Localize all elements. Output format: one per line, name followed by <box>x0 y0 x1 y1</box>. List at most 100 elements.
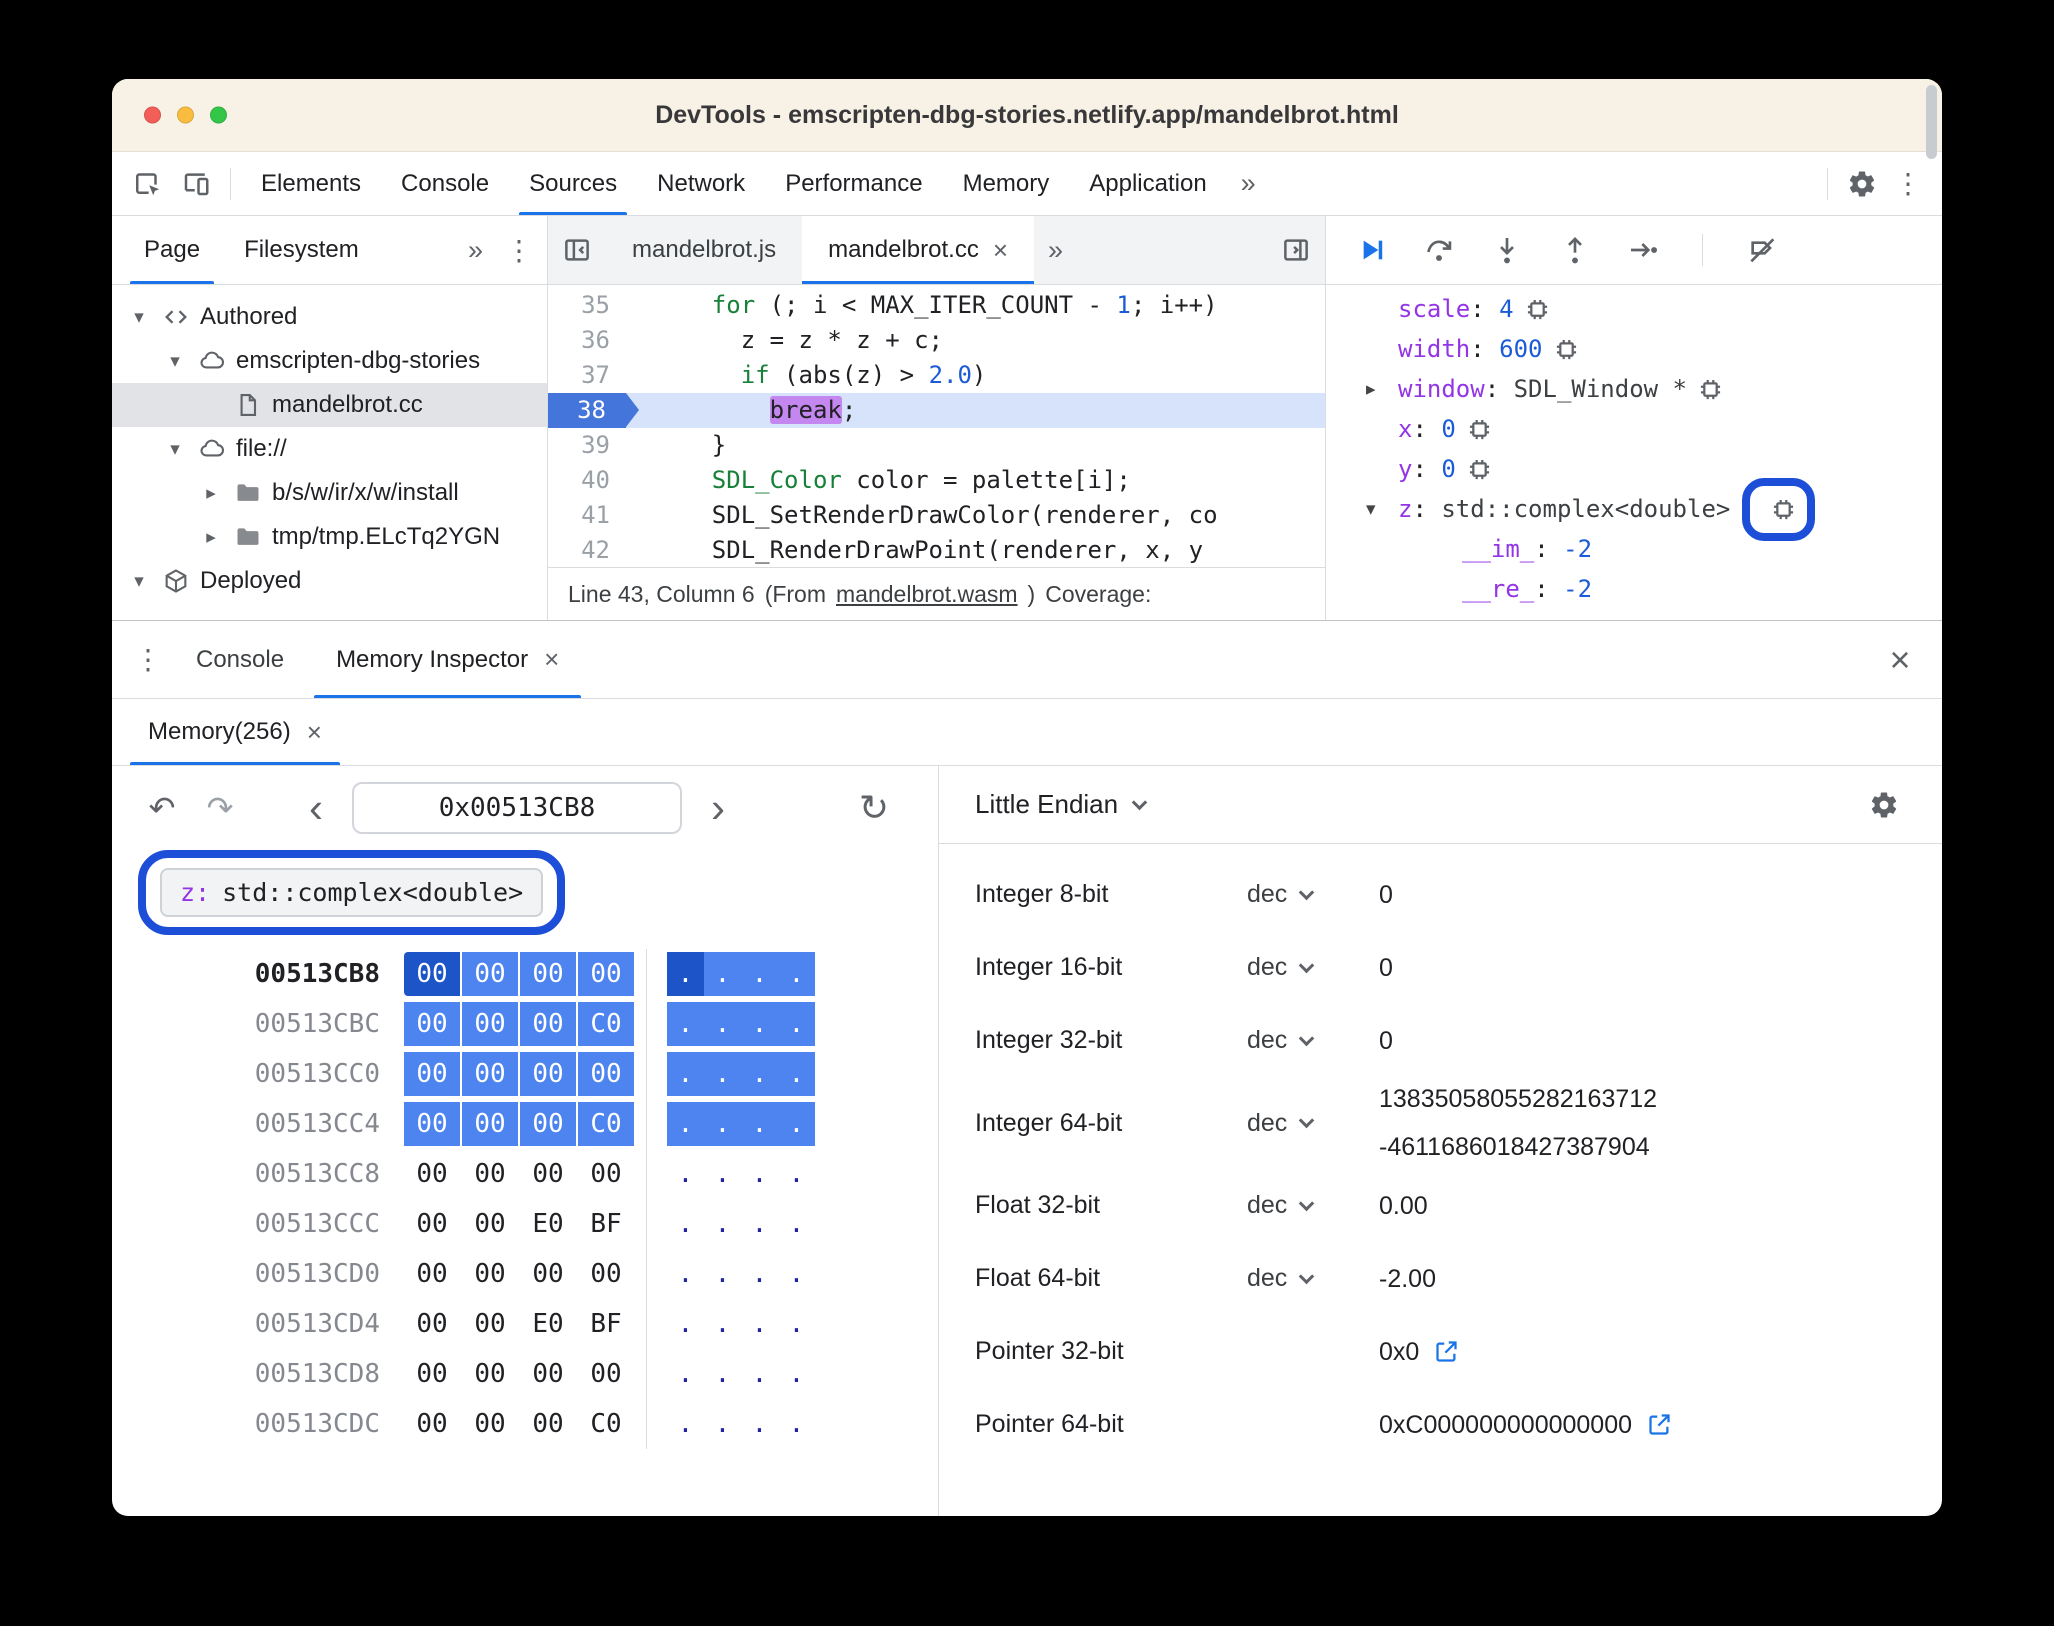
more-tabs-icon[interactable]: » <box>454 235 497 266</box>
ascii-cell[interactable]: . <box>741 1202 778 1246</box>
tree-item-emscripten-dbg-stories[interactable]: ▾ emscripten-dbg-stories <box>112 339 547 383</box>
ascii-cell[interactable]: . <box>741 1302 778 1346</box>
ascii-cell[interactable]: . <box>667 1202 704 1246</box>
kebab-menu-icon[interactable]: ⋮ <box>1886 167 1930 200</box>
memory-byte[interactable]: 00 <box>404 1252 460 1296</box>
format-select[interactable]: dec <box>1247 1191 1379 1220</box>
tab-console[interactable]: Console <box>381 152 509 215</box>
step-over-icon[interactable] <box>1420 231 1458 269</box>
memory-byte[interactable]: 00 <box>462 1402 518 1446</box>
code-editor[interactable]: 35 for (; i < MAX_ITER_COUNT - 1; i++) 36… <box>548 285 1325 567</box>
kebab-menu-icon[interactable]: ⋮ <box>497 234 541 267</box>
memory-byte[interactable]: 00 <box>404 1002 460 1046</box>
call-stack-section-header[interactable]: Call Stack <box>1326 609 1942 620</box>
reveal-in-memory-inspector-icon[interactable] <box>1524 296 1551 323</box>
twisty-icon[interactable]: ▾ <box>1366 498 1398 521</box>
twisty-icon[interactable]: ▾ <box>162 438 188 461</box>
close-icon[interactable]: × <box>307 717 322 748</box>
memory-byte[interactable]: C0 <box>578 1002 634 1046</box>
maximize-window-button[interactable] <box>210 106 227 124</box>
ascii-cell[interactable]: . <box>704 1052 741 1096</box>
address-input[interactable] <box>352 782 682 834</box>
ascii-cell[interactable]: . <box>667 1302 704 1346</box>
tab-filesystem[interactable]: Filesystem <box>222 216 381 284</box>
ascii-cell[interactable]: . <box>778 1252 815 1296</box>
step-icon[interactable] <box>1624 231 1662 269</box>
memory-byte[interactable]: 00 <box>404 1052 460 1096</box>
tab-mandelbrot-cc[interactable]: mandelbrot.cc × <box>802 216 1035 284</box>
ascii-cell[interactable]: . <box>741 952 778 996</box>
tab-network[interactable]: Network <box>637 152 765 215</box>
twisty-icon[interactable]: ▸ <box>198 526 224 549</box>
ascii-cell[interactable]: . <box>778 1002 815 1046</box>
ascii-cell[interactable]: . <box>778 1102 815 1146</box>
memory-byte[interactable]: 00 <box>404 1402 460 1446</box>
memory-byte[interactable]: 00 <box>462 1302 518 1346</box>
ascii-cell[interactable]: . <box>667 1002 704 1046</box>
memory-byte[interactable]: 00 <box>520 1402 576 1446</box>
ascii-cell[interactable]: . <box>704 1402 741 1446</box>
tree-item-authored[interactable]: ▾ Authored <box>112 295 547 339</box>
ascii-cell[interactable]: . <box>667 1102 704 1146</box>
memory-byte[interactable]: 00 <box>578 1352 634 1396</box>
memory-byte[interactable]: 00 <box>462 1252 518 1296</box>
memory-byte[interactable]: BF <box>578 1302 634 1346</box>
memory-byte[interactable]: 00 <box>578 1152 634 1196</box>
redo-icon[interactable]: ↷ <box>198 789 242 827</box>
device-toolbar-icon[interactable] <box>172 160 220 208</box>
memory-byte[interactable]: 00 <box>462 1052 518 1096</box>
ascii-cell[interactable]: . <box>667 1252 704 1296</box>
ascii-cell[interactable]: . <box>667 1052 704 1096</box>
next-page-icon[interactable]: › <box>696 787 740 829</box>
ascii-cell[interactable]: . <box>704 952 741 996</box>
memory-byte[interactable]: 00 <box>520 1252 576 1296</box>
memory-byte[interactable]: 00 <box>520 1052 576 1096</box>
line-number[interactable]: 35 <box>548 288 626 323</box>
tab-console[interactable]: Console <box>170 621 310 698</box>
line-number[interactable]: 39 <box>548 428 626 463</box>
ascii-cell[interactable]: . <box>667 1152 704 1196</box>
scope-var-im[interactable]: __im_: -2 <box>1326 529 1942 569</box>
memory-byte[interactable]: 00 <box>462 1202 518 1246</box>
tree-item-b-s-w-ir-x-w-install[interactable]: ▸ b/s/w/ir/x/w/install <box>112 471 547 515</box>
ascii-cell[interactable]: . <box>778 1152 815 1196</box>
toggle-debugger-sidebar-icon[interactable] <box>1267 216 1325 284</box>
memory-byte[interactable]: 00 <box>404 1102 460 1146</box>
close-window-button[interactable] <box>144 106 161 124</box>
ascii-cell[interactable]: . <box>667 1352 704 1396</box>
scope-var-width[interactable]: width: 600 <box>1326 329 1942 369</box>
memory-byte[interactable]: C0 <box>578 1102 634 1146</box>
memory-byte[interactable]: 00 <box>462 1102 518 1146</box>
gear-icon[interactable] <box>1838 160 1886 208</box>
jump-to-address-icon[interactable] <box>1646 1411 1673 1438</box>
step-into-icon[interactable] <box>1488 231 1526 269</box>
reveal-in-memory-inspector-icon[interactable] <box>1466 416 1493 443</box>
memory-byte[interactable]: 00 <box>404 1352 460 1396</box>
memory-byte[interactable]: 00 <box>462 1152 518 1196</box>
tree-item-file[interactable]: ▾ file:// <box>112 427 547 471</box>
memory-byte[interactable]: 00 <box>578 952 634 996</box>
ascii-cell[interactable]: . <box>778 1402 815 1446</box>
format-select[interactable]: dec <box>1247 1264 1379 1293</box>
resume-icon[interactable] <box>1352 231 1390 269</box>
tab-page[interactable]: Page <box>122 216 222 284</box>
previous-page-icon[interactable]: ‹ <box>294 787 338 829</box>
ascii-cell[interactable]: . <box>704 1252 741 1296</box>
reveal-in-memory-inspector-icon[interactable] <box>1770 496 1797 523</box>
memory-highlight-chip[interactable]: z: std::complex<double> <box>160 868 544 917</box>
memory-byte[interactable]: 00 <box>462 1002 518 1046</box>
ascii-cell[interactable]: . <box>778 1352 815 1396</box>
ascii-cell[interactable]: . <box>778 1202 815 1246</box>
ascii-cell[interactable]: . <box>704 1302 741 1346</box>
tree-item-deployed[interactable]: ▾ Deployed <box>112 559 547 603</box>
memory-byte[interactable]: 00 <box>520 952 576 996</box>
memory-byte[interactable]: 00 <box>520 1002 576 1046</box>
twisty-icon[interactable]: ▾ <box>162 350 188 373</box>
minimize-window-button[interactable] <box>177 106 194 124</box>
ascii-cell[interactable]: . <box>667 1402 704 1446</box>
tab-memory-256[interactable]: Memory(256) × <box>126 699 344 765</box>
scope-var-z[interactable]: ▾ z: std::complex<double> <box>1326 477 1942 541</box>
memory-byte[interactable]: 00 <box>404 1152 460 1196</box>
ascii-cell[interactable]: . <box>704 1152 741 1196</box>
tab-memory[interactable]: Memory <box>943 152 1070 215</box>
